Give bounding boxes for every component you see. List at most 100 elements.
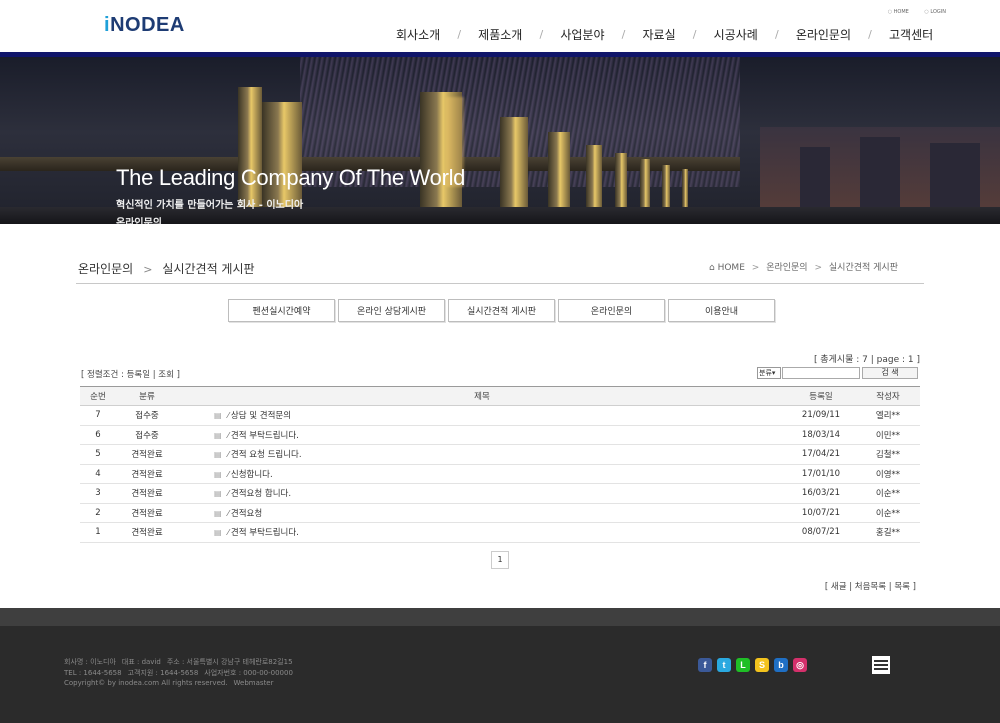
tab-online-consult[interactable]: 온라인 상담게시판 bbox=[338, 299, 445, 322]
row-writer: 이민** bbox=[856, 425, 920, 445]
tab-usage-guide[interactable]: 이용안내 bbox=[668, 299, 775, 322]
footer-copyright: Copyright© by inodea.com All rights rese… bbox=[64, 679, 228, 687]
footer-company: 회사명 : 이노디아 bbox=[64, 658, 116, 666]
table-row[interactable]: 6 접수중 ▤ ⁄ 견적 부탁드립니다. 18/03/14 이민** bbox=[80, 425, 920, 445]
pencil-icon: ⁄ bbox=[227, 450, 229, 460]
row-title-link[interactable]: 상담 및 견적문의 bbox=[231, 411, 291, 421]
sort-condition[interactable]: [ 정렬조건 : 등록일 | 조회 ] bbox=[81, 368, 180, 380]
row-status-badge: 견적완료 bbox=[116, 503, 178, 523]
footer-support: 고객지원 : 1644-5658 bbox=[127, 668, 199, 677]
breadcrumb-home[interactable]: HOME bbox=[718, 263, 745, 273]
blog-icon[interactable]: b bbox=[774, 658, 788, 672]
nav-item-inquiry[interactable]: 온라인문의 bbox=[796, 26, 851, 43]
pencil-icon: ⁄ bbox=[227, 489, 229, 499]
logo-text: NODEA bbox=[110, 14, 185, 36]
search-button[interactable]: 검 색 bbox=[862, 367, 918, 379]
file-icon: ▤ bbox=[214, 528, 222, 538]
nav-separator: / bbox=[774, 28, 779, 41]
row-title-cell[interactable]: ▤ ⁄ 견적 요청 드립니다. bbox=[178, 444, 786, 465]
tab-online-inquiry[interactable]: 온라인문의 bbox=[558, 299, 665, 322]
nav-item-products[interactable]: 제품소개 bbox=[478, 26, 522, 43]
line-icon[interactable]: L bbox=[736, 658, 750, 672]
row-writer: 홍길** bbox=[856, 522, 920, 543]
row-title-cell[interactable]: ▤ ⁄ 견적 부탁드립니다. bbox=[178, 522, 786, 543]
instagram-icon[interactable]: ◎ bbox=[793, 658, 807, 672]
row-title-cell[interactable]: ▤ ⁄ 신청합니다. bbox=[178, 464, 786, 484]
table-row[interactable]: 1 견적완료 ▤ ⁄ 견적 부탁드립니다. 08/07/21 홍길** bbox=[80, 522, 920, 543]
footer-info: 회사명 : 이노디아 대표 : david 주소 : 서울특별시 강남구 테헤란로8… bbox=[64, 657, 299, 689]
search-category-select[interactable]: 분류▾ bbox=[757, 367, 781, 379]
row-date: 17/04/21 bbox=[786, 444, 856, 465]
col-header-number: 순번 bbox=[80, 386, 116, 406]
tab-realtime-quote[interactable]: 실시간견적 게시판 bbox=[448, 299, 555, 322]
table-header-row: 순번 분류 제목 등록일 작성자 bbox=[80, 386, 920, 406]
footer: 회사명 : 이노디아 대표 : david 주소 : 서울특별시 강남구 테헤란로8… bbox=[0, 626, 1000, 723]
chevron-right-icon: > bbox=[814, 263, 823, 273]
table-row[interactable]: 5 견적완료 ▤ ⁄ 견적 요청 드립니다. 17/04/21 김철** bbox=[80, 444, 920, 465]
home-icon: ⌂ bbox=[708, 263, 715, 273]
table-row[interactable]: 2 견적완료 ▤ ⁄ 견적요청 10/07/21 이순** bbox=[80, 503, 920, 523]
util-login-link[interactable]: LOGIN bbox=[924, 9, 946, 15]
search-input[interactable] bbox=[782, 367, 860, 379]
table-row[interactable]: 3 견적완료 ▤ ⁄ 견적요청 합니다. 16/03/21 이순** bbox=[80, 483, 920, 504]
row-title-link[interactable]: 견적요청 합니다. bbox=[231, 489, 291, 499]
row-number: 7 bbox=[80, 405, 116, 426]
qr-code-icon bbox=[872, 656, 890, 674]
kakaostory-icon[interactable]: S bbox=[755, 658, 769, 672]
row-status-badge: 견적완료 bbox=[116, 464, 178, 484]
row-number: 6 bbox=[80, 425, 116, 445]
row-title-cell[interactable]: ▤ ⁄ 견적요청 합니다. bbox=[178, 483, 786, 504]
row-number: 2 bbox=[80, 503, 116, 523]
nav-separator: / bbox=[457, 28, 462, 41]
row-title-cell[interactable]: ▤ ⁄ 견적요청 bbox=[178, 503, 786, 523]
row-title-cell[interactable]: ▤ ⁄ 견적 부탁드립니다. bbox=[178, 425, 786, 445]
footer-webmaster[interactable]: Webmaster bbox=[234, 679, 274, 687]
table-row[interactable]: 4 견적완료 ▤ ⁄ 신청합니다. 17/01/10 이영** bbox=[80, 464, 920, 484]
pencil-icon: ⁄ bbox=[227, 508, 229, 518]
util-home-link[interactable]: HOME bbox=[888, 9, 909, 15]
chevron-down-icon: ▾ bbox=[771, 369, 776, 377]
chevron-right-icon: > bbox=[143, 263, 153, 276]
row-title-link[interactable]: 신청합니다. bbox=[231, 470, 273, 480]
pencil-icon: ⁄ bbox=[227, 528, 229, 538]
file-icon: ▤ bbox=[214, 430, 222, 440]
location-bar: 온라인문의 > 실시간견적 게시판 ⌂ HOME > 온라인문의 > 실시간견적 게… bbox=[76, 254, 924, 284]
twitter-icon[interactable]: t bbox=[717, 658, 731, 672]
row-title-cell[interactable]: ▤ ⁄ 상담 및 견적문의 bbox=[178, 405, 786, 426]
hero-page-name: 온라인문의 bbox=[116, 218, 162, 224]
breadcrumb-section[interactable]: 온라인문의 bbox=[766, 263, 807, 273]
board-table: 순번 분류 제목 등록일 작성자 7 접수중 ▤ ⁄ 상담 및 견적문의 21/09/11… bbox=[80, 386, 920, 543]
row-number: 5 bbox=[80, 444, 116, 465]
page-title-current: 실시간견적 게시판 bbox=[162, 262, 255, 276]
nav-item-archive[interactable]: 자료실 bbox=[643, 26, 676, 43]
nav-item-business[interactable]: 사업분야 bbox=[560, 26, 604, 43]
pencil-icon: ⁄ bbox=[227, 430, 229, 440]
nav-separator: / bbox=[692, 28, 697, 41]
total-count: [ 총게시물 : 7 | page : 1 ] bbox=[813, 355, 920, 365]
file-icon: ▤ bbox=[214, 450, 222, 460]
row-number: 3 bbox=[80, 483, 116, 504]
board-links[interactable]: [ 새글 | 처음목록 | 목록 ] bbox=[825, 580, 916, 592]
row-date: 21/09/11 bbox=[786, 405, 856, 426]
row-title-link[interactable]: 견적요청 bbox=[231, 509, 262, 519]
row-title-link[interactable]: 견적 부탁드립니다. bbox=[231, 528, 299, 538]
row-date: 17/01/10 bbox=[786, 464, 856, 484]
page-number-1[interactable]: 1 bbox=[491, 551, 509, 569]
nav-item-company[interactable]: 회사소개 bbox=[396, 26, 440, 43]
chevron-right-icon: > bbox=[751, 263, 760, 273]
nav-item-cases[interactable]: 시공사례 bbox=[714, 26, 758, 43]
nav-separator: / bbox=[868, 28, 872, 41]
row-status-badge: 접수중 bbox=[116, 425, 178, 445]
tab-pension-reservation[interactable]: 펜션실시간예약 bbox=[228, 299, 335, 322]
breadcrumb-current[interactable]: 실시간견적 게시판 bbox=[829, 263, 898, 273]
row-title-link[interactable]: 견적 요청 드립니다. bbox=[231, 450, 302, 460]
sub-tabs: 펜션실시간예약 온라인 상담게시판 실시간견적 게시판 온라인문의 이용안내 bbox=[228, 299, 778, 322]
logo[interactable]: iNODEA bbox=[104, 14, 185, 37]
nav-separator: / bbox=[621, 28, 626, 41]
row-writer: 이순** bbox=[856, 483, 920, 504]
row-title-link[interactable]: 견적 부탁드립니다. bbox=[231, 431, 299, 441]
facebook-icon[interactable]: f bbox=[698, 658, 712, 672]
table-row[interactable]: 7 접수중 ▤ ⁄ 상담 및 견적문의 21/09/11 엘리** bbox=[80, 405, 920, 426]
nav-item-support[interactable]: 고객센터 bbox=[889, 26, 933, 43]
row-date: 18/03/14 bbox=[786, 425, 856, 445]
